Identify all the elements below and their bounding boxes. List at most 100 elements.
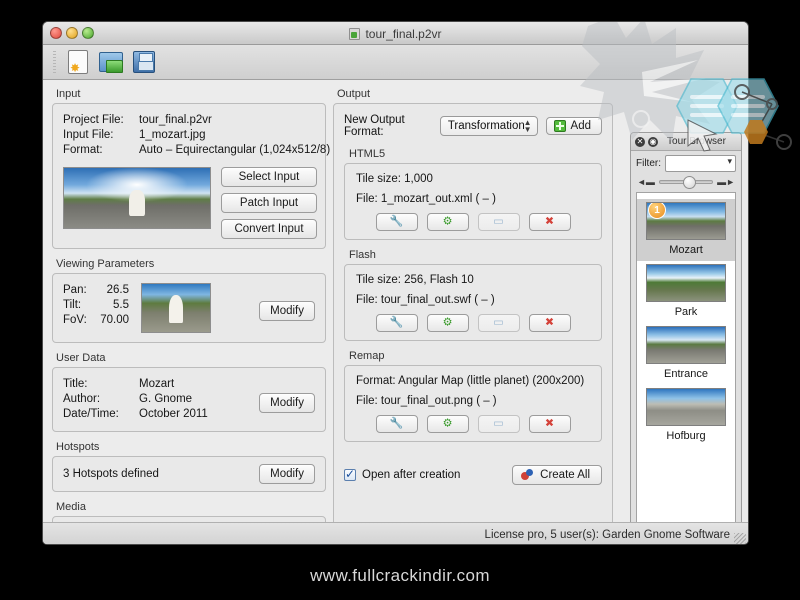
- viewing-thumbnail[interactable]: [141, 283, 211, 333]
- input-project-file-row: Project File: tour_final.p2vr: [63, 113, 315, 128]
- document-icon: [349, 28, 360, 40]
- hotspots-panel: 3 Hotspots defined Modify: [52, 456, 326, 492]
- filter-label: Filter:: [636, 158, 661, 169]
- hotspots-modify-button[interactable]: Modify: [259, 464, 315, 484]
- tour-node-entrance[interactable]: Entrance: [637, 323, 735, 385]
- output-html5-build-button[interactable]: ⚙: [427, 213, 469, 231]
- output-html5-settings-button[interactable]: 🔧: [376, 213, 418, 231]
- delete-x-icon: ✖: [545, 419, 554, 430]
- palette-close-icon[interactable]: ✕: [635, 137, 645, 147]
- tour-browser-palette: ✕ ◉ Tour Browser Filter: ◄▬ ▬►: [630, 132, 742, 545]
- build-gears-icon: ⚙: [443, 419, 453, 430]
- output-html5-delete-button[interactable]: ✖: [529, 213, 571, 231]
- build-gears-icon: ⚙: [443, 318, 453, 329]
- input-file-row: Input File: 1_mozart.jpg: [63, 128, 315, 143]
- tour-node-mozart[interactable]: 1 Mozart: [637, 199, 735, 261]
- patch-input-button[interactable]: Patch Input: [221, 193, 317, 213]
- user-data-panel: Title: Mozart Author: G. Gnome Date/Time…: [52, 367, 326, 432]
- user-title-key: Title:: [63, 377, 139, 392]
- filter-input[interactable]: [665, 155, 736, 172]
- output-panel: New Output Format: Transformation ▲▼ Add: [333, 103, 613, 543]
- user-author-value: G. Gnome: [139, 392, 192, 407]
- add-output-button[interactable]: Add: [546, 117, 602, 135]
- tour-node-park[interactable]: Park: [637, 261, 735, 323]
- settings-wrench-icon: 🔧: [390, 419, 404, 430]
- output-remap-preview-button[interactable]: ▭: [478, 415, 520, 433]
- tour-browser-titlebar[interactable]: ✕ ◉ Tour Browser: [631, 133, 741, 151]
- resize-grip[interactable]: [734, 533, 746, 545]
- user-title-value: Mozart: [139, 377, 174, 392]
- input-file-value: 1_mozart.jpg: [139, 128, 205, 143]
- thumbnail-size-slider[interactable]: ◄▬ ▬►: [631, 174, 741, 192]
- window-content: Input Project File: tour_final.p2vr Inpu…: [43, 80, 748, 545]
- license-status-text: License pro, 5 user(s): Garden Gnome Sof…: [485, 529, 730, 541]
- viewing-modify-button[interactable]: Modify: [259, 301, 315, 321]
- output-remap-settings-button[interactable]: 🔧: [376, 415, 418, 433]
- input-project-file-key: Project File:: [63, 113, 139, 128]
- new-document-icon: [68, 50, 88, 74]
- input-file-key: Input File:: [63, 128, 139, 143]
- build-gears-icon: ⚙: [443, 217, 453, 228]
- output-card-remap: Remap Format: Angular Map (little planet…: [344, 350, 602, 442]
- window-titlebar[interactable]: tour_final.p2vr: [43, 22, 748, 45]
- output-flash-preview-button[interactable]: ▭: [478, 314, 520, 332]
- output-card-flash-line2: File: tour_final_out.swf ( – ): [356, 294, 590, 306]
- floppy-save-icon: [133, 51, 155, 73]
- delete-x-icon: ✖: [545, 217, 554, 228]
- output-column: Output New Output Format: Transformation…: [333, 88, 613, 543]
- output-card-flash-body: Tile size: 256, Flash 10 File: tour_fina…: [344, 264, 602, 341]
- output-html5-preview-button[interactable]: ▭: [478, 213, 520, 231]
- tour-node-list[interactable]: 1 Mozart Park Entrance Hofburg: [636, 192, 736, 545]
- entrance-thumbnail: [646, 326, 726, 364]
- tour-browser-title: Tour Browser: [658, 136, 741, 147]
- panorama-thumbnail[interactable]: [63, 167, 211, 229]
- output-remap-delete-button[interactable]: ✖: [529, 415, 571, 433]
- input-panel: Project File: tour_final.p2vr Input File…: [52, 103, 326, 249]
- output-flash-delete-button[interactable]: ✖: [529, 314, 571, 332]
- open-after-creation-checkbox[interactable]: Open after creation: [344, 469, 512, 481]
- output-card-html5-line2: File: 1_mozart_out.xml ( – ): [356, 193, 590, 205]
- output-format-value: Transformation: [448, 120, 525, 132]
- save-project-button[interactable]: [131, 49, 157, 75]
- user-datetime-key: Date/Time:: [63, 407, 139, 422]
- user-datetime-value: October 2011: [139, 407, 208, 422]
- output-format-label: New Output Format:: [344, 114, 432, 138]
- output-card-html5-body: Tile size: 1,000 File: 1_mozart_out.xml …: [344, 163, 602, 240]
- slider-track[interactable]: [659, 180, 713, 184]
- output-card-remap-line1: Format: Angular Map (little planet) (200…: [356, 375, 590, 387]
- checkmark-icon: [344, 469, 356, 481]
- delete-x-icon: ✖: [545, 318, 554, 329]
- tour-browser-filter-row: Filter:: [631, 151, 741, 174]
- hofburg-thumbnail: [646, 388, 726, 426]
- viewing-pan-row: Pan: 26.5: [63, 283, 131, 298]
- viewing-tilt-value: 5.5: [95, 298, 129, 313]
- preview-monitor-icon: ▭: [493, 419, 503, 430]
- output-group-label: Output: [337, 88, 613, 100]
- user-author-key: Author:: [63, 392, 139, 407]
- output-card-flash: Flash Tile size: 256, Flash 10 File: tou…: [344, 249, 602, 341]
- tour-node-hofburg[interactable]: Hofburg: [637, 385, 735, 447]
- output-remap-build-button[interactable]: ⚙: [427, 415, 469, 433]
- create-all-button[interactable]: Create All: [512, 465, 602, 485]
- viewing-pan-value: 26.5: [95, 283, 129, 298]
- output-flash-settings-button[interactable]: 🔧: [376, 314, 418, 332]
- new-project-button[interactable]: [65, 49, 91, 75]
- output-format-select[interactable]: Transformation ▲▼: [440, 116, 538, 136]
- toolbar-grip: [53, 51, 56, 73]
- output-card-remap-title: Remap: [349, 350, 602, 362]
- slider-knob[interactable]: [683, 176, 696, 189]
- large-thumbs-icon: ▬►: [717, 177, 735, 187]
- output-card-flash-title: Flash: [349, 249, 602, 261]
- mozart-thumbnail: 1: [646, 202, 726, 240]
- palette-options-icon[interactable]: ◉: [648, 137, 658, 147]
- select-input-button[interactable]: Select Input: [221, 167, 317, 187]
- chevron-updown-icon: ▲▼: [524, 119, 532, 133]
- open-project-button[interactable]: [98, 49, 124, 75]
- viewing-panel: Pan: 26.5 Tilt: 5.5 FoV: 70.00: [52, 273, 326, 343]
- user-datetime-row: Date/Time: October 2011: [63, 407, 249, 422]
- output-flash-build-button[interactable]: ⚙: [427, 314, 469, 332]
- user-data-modify-button[interactable]: Modify: [259, 393, 315, 413]
- tour-node-label: Entrance: [664, 368, 708, 380]
- user-author-row: Author: G. Gnome: [63, 392, 249, 407]
- convert-input-button[interactable]: Convert Input: [221, 219, 317, 239]
